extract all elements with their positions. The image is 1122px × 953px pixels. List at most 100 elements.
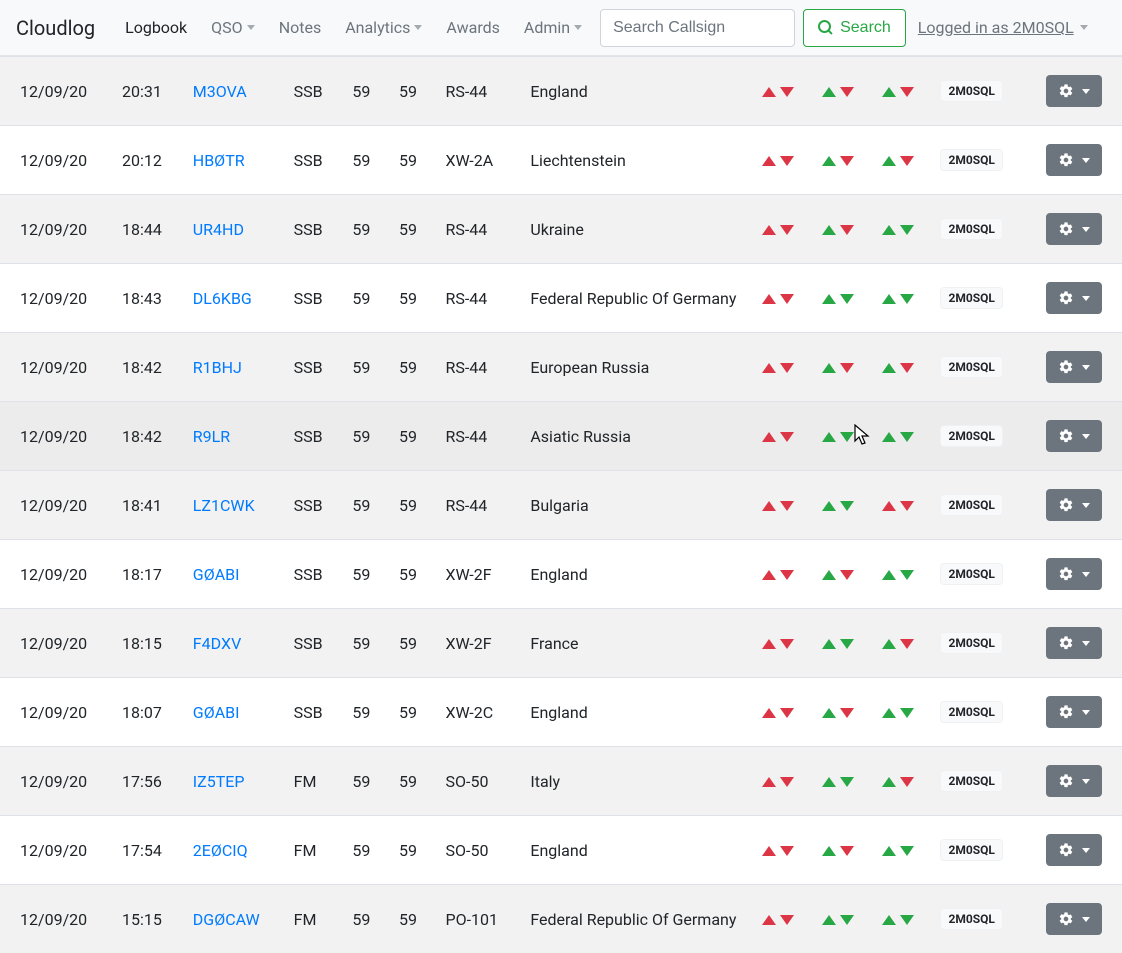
row-actions-button[interactable] [1046, 903, 1102, 935]
station-badge: 2M0SQL [940, 839, 1002, 861]
row-actions-button[interactable] [1046, 765, 1102, 797]
cell-station: 2M0SQL [928, 333, 1024, 402]
triangle-down-icon [840, 708, 854, 718]
callsign-link[interactable]: 2EØCIQ [193, 841, 248, 860]
gear-icon [1058, 566, 1074, 582]
row-actions-button[interactable] [1046, 420, 1102, 452]
row-actions-button[interactable] [1046, 351, 1102, 383]
nav-logbook[interactable]: Logbook [115, 10, 197, 45]
station-badge: 2M0SQL [940, 494, 1002, 516]
cell-lotw-status [808, 540, 868, 609]
triangle-up-icon [762, 294, 776, 304]
cell-rst-sent: 59 [340, 747, 387, 816]
cell-mode: SSB [282, 126, 341, 195]
status-triangles [822, 777, 854, 787]
triangle-down-icon [900, 777, 914, 787]
cell-station: 2M0SQL [928, 195, 1024, 264]
cell-date: 12/09/20 [0, 126, 110, 195]
nav-admin[interactable]: Admin [514, 10, 592, 45]
callsign-link[interactable]: DGØCAW [193, 910, 260, 929]
callsign-link[interactable]: F4DXV [193, 634, 242, 653]
status-triangles [762, 570, 794, 580]
row-actions-button[interactable] [1046, 213, 1102, 245]
nav-analytics[interactable]: Analytics [335, 10, 432, 45]
row-actions-button[interactable] [1046, 144, 1102, 176]
triangle-up-icon [822, 156, 836, 166]
callsign-link[interactable]: DL6KBG [193, 289, 252, 308]
callsign-link[interactable]: R1BHJ [193, 358, 242, 377]
station-badge: 2M0SQL [940, 287, 1002, 309]
cell-time: 20:12 [110, 126, 181, 195]
cell-country: Asiatic Russia [518, 402, 748, 471]
status-triangles [822, 87, 854, 97]
triangle-up-icon [822, 87, 836, 97]
cell-rst-sent: 59 [340, 540, 387, 609]
callsign-link[interactable]: LZ1CWK [193, 496, 255, 515]
search-icon [818, 20, 834, 36]
callsign-link[interactable]: HBØTR [193, 151, 245, 170]
callsign-link[interactable]: IZ5TEP [193, 772, 245, 791]
cell-rst-sent: 59 [340, 471, 387, 540]
triangle-down-icon [840, 225, 854, 235]
cell-date: 12/09/20 [0, 402, 110, 471]
status-triangles [762, 777, 794, 787]
cell-country: England [518, 816, 748, 885]
callsign-link[interactable]: GØABI [193, 565, 240, 584]
row-actions-button[interactable] [1046, 75, 1102, 107]
cell-band: RS-44 [434, 402, 519, 471]
cell-callsign: IZ5TEP [181, 747, 282, 816]
nav-qso[interactable]: QSO [201, 10, 265, 45]
chevron-down-icon [1082, 917, 1090, 922]
cell-lotw-status [808, 885, 868, 953]
status-triangles [882, 363, 914, 373]
cell-rst-sent: 59 [340, 126, 387, 195]
search-input[interactable] [600, 9, 795, 47]
nav-awards[interactable]: Awards [436, 10, 509, 45]
status-triangles [882, 432, 914, 442]
triangle-up-icon [882, 846, 896, 856]
brand-link[interactable]: Cloudlog [16, 16, 95, 40]
cell-time: 15:15 [110, 885, 181, 953]
callsign-link[interactable]: GØABI [193, 703, 240, 722]
chevron-down-icon [1082, 89, 1090, 94]
nav-notes[interactable]: Notes [269, 10, 332, 45]
status-triangles [882, 915, 914, 925]
navbar: Cloudlog Logbook QSO Notes Analytics Awa… [0, 0, 1122, 56]
triangle-up-icon [762, 570, 776, 580]
triangle-up-icon [762, 87, 776, 97]
chevron-down-icon [1082, 365, 1090, 370]
row-actions-button[interactable] [1046, 558, 1102, 590]
callsign-link[interactable]: UR4HD [193, 220, 244, 239]
cell-rst-sent: 59 [340, 678, 387, 747]
gear-icon [1058, 221, 1074, 237]
nav-links: Logbook QSO Notes Analytics Awards Admin [115, 10, 592, 45]
triangle-down-icon [900, 915, 914, 925]
table-row: 12/09/20 18:42 R9LR SSB 59 59 RS-44 Asia… [0, 402, 1122, 471]
callsign-link[interactable]: M3OVA [193, 82, 247, 101]
cell-date: 12/09/20 [0, 333, 110, 402]
callsign-link[interactable]: R9LR [193, 427, 230, 446]
triangle-up-icon [762, 777, 776, 787]
cell-qsl-status [748, 126, 808, 195]
cell-rst-sent: 59 [340, 816, 387, 885]
cell-time: 18:42 [110, 402, 181, 471]
chevron-down-icon [1082, 158, 1090, 163]
search-button[interactable]: Search [803, 9, 906, 47]
cell-time: 18:41 [110, 471, 181, 540]
row-actions-button[interactable] [1046, 627, 1102, 659]
triangle-down-icon [780, 363, 794, 373]
cell-mode: SSB [282, 402, 341, 471]
nav-admin-label: Admin [524, 18, 570, 37]
status-triangles [822, 501, 854, 511]
cell-qsl-status [748, 471, 808, 540]
triangle-up-icon [822, 708, 836, 718]
row-actions-button[interactable] [1046, 834, 1102, 866]
chevron-down-icon [414, 25, 422, 30]
triangle-up-icon [822, 225, 836, 235]
row-actions-button[interactable] [1046, 489, 1102, 521]
table-row: 12/09/20 18:41 LZ1CWK SSB 59 59 RS-44 Bu… [0, 471, 1122, 540]
cell-station: 2M0SQL [928, 885, 1024, 953]
row-actions-button[interactable] [1046, 282, 1102, 314]
row-actions-button[interactable] [1046, 696, 1102, 728]
logged-in-menu[interactable]: Logged in as 2M0SQL [918, 18, 1088, 37]
